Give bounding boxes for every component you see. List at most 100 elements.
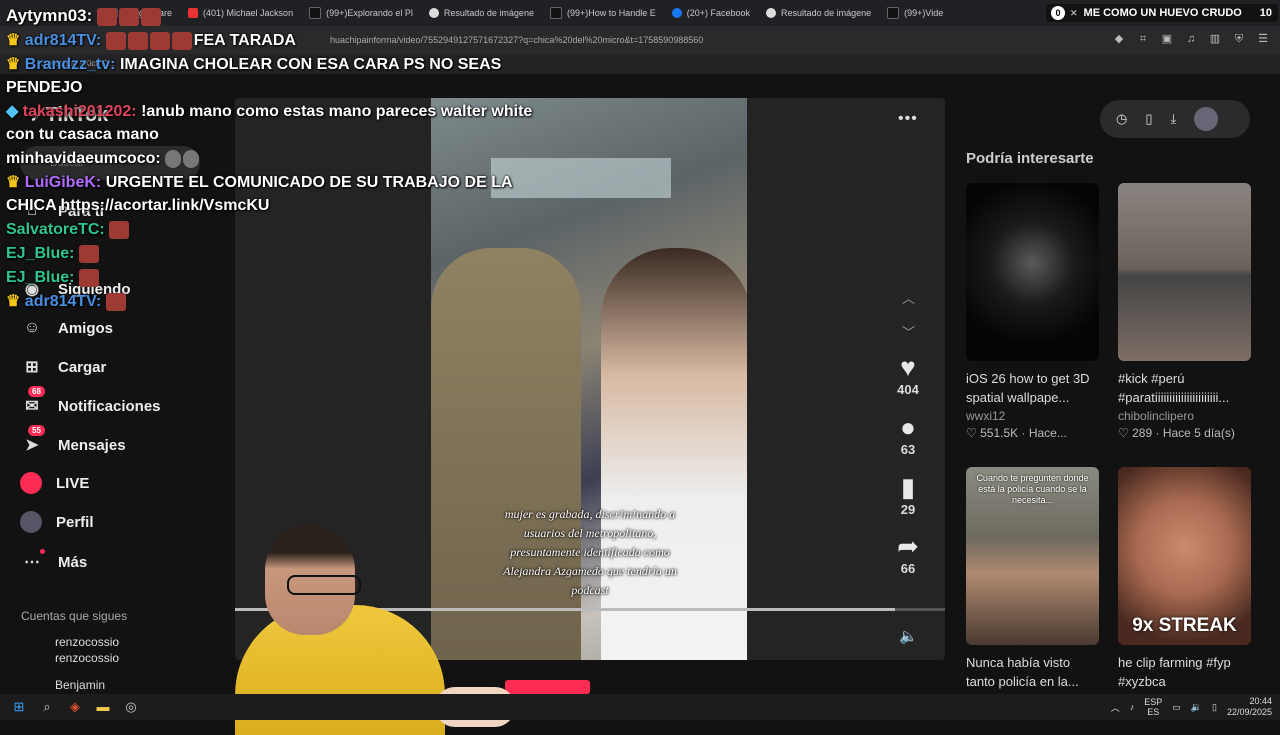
crown-icon: ♛ [6, 32, 21, 49]
follow-button[interactable] [505, 680, 590, 694]
more-icon: ⋯ [20, 549, 45, 574]
folder-icon[interactable]: ▬ [94, 698, 112, 716]
phone-icon[interactable]: ▯ [1145, 111, 1152, 127]
share-icon: ➦ [897, 531, 919, 561]
chat-message-header: Aytymn03: [6, 4, 546, 28]
chat-message: minhavidaeumcoco: [6, 147, 546, 170]
volume-icon[interactable]: 🔈 [899, 627, 918, 645]
battery-icon[interactable]: ▯ [1212, 702, 1217, 713]
speaker-icon[interactable]: 🔉 [1191, 702, 1202, 713]
brave-icon[interactable]: ◈ [66, 698, 84, 716]
nav-mensajes[interactable]: ➤ 55 Mensajes [20, 425, 126, 457]
inbox-icon: ✉ 68 [20, 386, 45, 418]
nav-notificaciones[interactable]: ✉ 68 Notificaciones [20, 386, 161, 418]
emote-icon [96, 7, 117, 26]
messages-badge: 55 [28, 425, 45, 436]
emote-icon [105, 31, 126, 50]
tab-facebook[interactable]: (20+) Facebook [664, 0, 758, 26]
suggestion-card[interactable]: Cuando te pregunten donde está la policí… [966, 467, 1099, 691]
app-icon[interactable]: ◎ [122, 698, 140, 716]
like-outline-icon: ♡ [966, 426, 977, 440]
suggestion-thumbnail [1118, 183, 1251, 361]
suggestion-card[interactable]: 9x STREAK he clip farming #fyp #xyzbca [1118, 467, 1251, 691]
like-outline-icon: ♡ [1118, 426, 1129, 440]
clock[interactable]: 20:44 22/09/2025 [1227, 696, 1272, 718]
nav-live[interactable]: LIVE [20, 472, 89, 494]
comment-button[interactable]: ● 63 [888, 412, 928, 457]
emote-icon [165, 149, 182, 168]
chevron-down-icon[interactable]: ﹀ [902, 322, 915, 341]
stream-chat-overlay: Aytymn03: ♛ adr814TV: FEA TARADA ♛ Brand… [6, 4, 546, 314]
download-icon[interactable]: ⤓ [1171, 111, 1177, 127]
overlay-text: ME COMO UN HUEVO CRUDO [1083, 7, 1242, 19]
emote-icon [183, 149, 200, 168]
upload-icon: ⊞ [25, 359, 39, 376]
tab-video-active[interactable]: (99+)Vide [879, 0, 951, 26]
emote-icon [149, 31, 170, 50]
tab-resultado-2[interactable]: Resultado de imágene [758, 0, 879, 26]
profile-icon [20, 511, 42, 533]
video-caption: mujer es grabada, discr!m!nando a usuari… [503, 507, 677, 597]
timer-icon[interactable]: ◷ [1116, 111, 1127, 127]
nav-amigos[interactable]: ☺ Amigos [20, 316, 113, 340]
wallet-icon[interactable]: ▣ [1160, 32, 1174, 46]
chat-message: ♛ adr814TV: FEA TARADA [6, 31, 296, 50]
nav-mas[interactable]: ⋯ Más [20, 549, 87, 574]
suggestion-card[interactable]: iOS 26 how to get 3D spatial wallpape...… [966, 183, 1099, 440]
mic-icon[interactable]: ♪ [1130, 702, 1135, 712]
heart-icon: ♥ [900, 352, 916, 382]
overlay-counter: 0 [1051, 6, 1065, 20]
search-icon[interactable]: ⌕ [38, 698, 56, 716]
chat-message: SalvatoreTC: [6, 218, 546, 241]
more-dot [40, 549, 45, 554]
music-icon[interactable]: ♫ [1184, 32, 1198, 46]
suggestions-title: Podría interesarte [966, 150, 1094, 167]
like-button[interactable]: ♥ 404 [888, 352, 928, 397]
system-tray: ︿ ♪ ESP ES ▭ 🔉 ▯ 20:44 22/09/2025 [1111, 694, 1272, 720]
emote-icon [78, 244, 99, 263]
emote-icon [118, 7, 139, 26]
screenshot-icon[interactable]: ⌗ [1136, 32, 1150, 46]
chat-message: EJ_Blue: [6, 266, 546, 289]
facebook-icon [671, 8, 682, 18]
sidebar-icon[interactable]: ▥ [1208, 32, 1222, 46]
windows-taskbar: ⊞ ⌕ ◈ ▬ ◎ ︿ ♪ ESP ES ▭ 🔉 ▯ 20:44 22/09/202… [0, 694, 1280, 720]
avatar[interactable] [1194, 107, 1219, 131]
extension-icon[interactable]: ◆ [1112, 32, 1126, 46]
chevron-up-icon[interactable]: ︿ [1111, 701, 1120, 714]
crown-icon: ♛ [6, 293, 21, 310]
chat-message: ♛ LuiGibeK: URGENTE EL COMUNICADO DE SU … [6, 174, 512, 214]
tiktok-icon [549, 7, 562, 19]
overlay-value: 10 [1259, 7, 1272, 19]
live-icon [20, 472, 42, 494]
share-button[interactable]: ➦ 66 [888, 531, 928, 576]
video-toolbar: ◷ ▯ ⤓ [1100, 100, 1250, 138]
chevron-up-icon[interactable]: ︿ [902, 288, 915, 307]
following-account[interactable]: renzocossio renzocossio [55, 634, 119, 666]
nav-cargar[interactable]: ⊞ Cargar [20, 355, 106, 379]
menu-icon[interactable]: ☰ [1256, 32, 1270, 46]
friends-icon: ☺ [23, 319, 41, 336]
chat-message: ♛ Brandzz_tv: IMAGINA CHOLEAR CON ESA CA… [6, 56, 502, 96]
suggestion-thumbnail [966, 183, 1099, 361]
messages-icon: ➤ 55 [20, 425, 45, 457]
nav-perfil[interactable]: Perfil [20, 511, 94, 533]
emote-icon [105, 292, 126, 311]
stream-overlay-title: 0 ✕ ME COMO UN HUEVO CRUDO 10 [1046, 4, 1278, 22]
tab-how-to-handle[interactable]: (99+)How to Handle E [542, 0, 664, 26]
more-options-icon[interactable]: ••• [898, 110, 918, 128]
vpn-icon[interactable]: ⛨ [1232, 32, 1246, 46]
language-indicator[interactable]: ESP ES [1144, 697, 1162, 717]
emote-icon [78, 268, 99, 287]
notifications-badge: 68 [28, 386, 45, 397]
emote-icon [140, 7, 161, 26]
close-icon[interactable]: ✕ [1070, 8, 1078, 19]
bookmark-button[interactable]: ▮ 29 [888, 472, 928, 517]
windows-start-icon[interactable]: ⊞ [10, 698, 28, 716]
following-title: Cuentas que sigues [21, 609, 128, 623]
comment-icon: ● [900, 412, 916, 442]
streamer-glasses [287, 575, 361, 595]
following-account[interactable]: Benjamin [55, 677, 105, 693]
network-icon[interactable]: ▭ [1172, 702, 1181, 713]
suggestion-card[interactable]: #kick #perú #paratiiiiiiiiiiiiiiiiiiiiii… [1118, 183, 1251, 440]
